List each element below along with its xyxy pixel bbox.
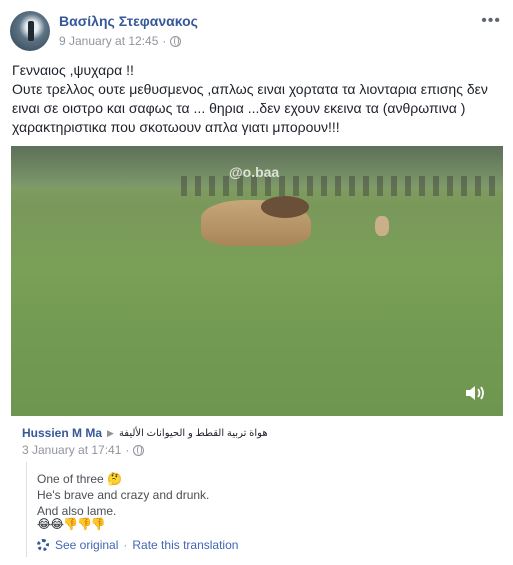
gear-icon[interactable] bbox=[37, 539, 49, 551]
translation-box: One of three 🤔 He's brave and crazy and … bbox=[26, 462, 496, 557]
post-text-line: Ουτε τρελλος ουτε μεθυσμενος ,απλως εινα… bbox=[12, 81, 488, 135]
more-options-icon[interactable]: ••• bbox=[481, 12, 501, 30]
link-separator: · bbox=[123, 538, 128, 552]
see-original-link[interactable]: See original bbox=[55, 538, 118, 552]
translation-line: One of three 🤔 bbox=[37, 472, 122, 486]
translation-links: See original · Rate this translation bbox=[37, 538, 238, 552]
shared-to-arrow-icon: ▶ bbox=[107, 427, 114, 438]
translation-line: And also lame. bbox=[37, 504, 117, 518]
comment-timestamp[interactable]: 3 January at 17:41 bbox=[22, 443, 121, 457]
comment-meta: 3 January at 17:41 · bbox=[22, 443, 145, 457]
rate-translation-link[interactable]: Rate this translation bbox=[132, 538, 238, 552]
post-timestamp[interactable]: 9 January at 12:45 bbox=[59, 34, 158, 48]
globe-icon[interactable] bbox=[170, 35, 182, 47]
video-lion bbox=[261, 196, 309, 218]
facebook-post: Βασίλης Στεφανακος 9 January at 12:45 · … bbox=[0, 0, 513, 565]
post-text: Γενναιος ,ψυχαρα !! Ουτε τρελλος ουτε με… bbox=[12, 61, 502, 137]
avatar[interactable] bbox=[10, 11, 50, 51]
comment-author-name[interactable]: Hussien M Ma bbox=[22, 426, 102, 440]
comment-header: Hussien M Ma ▶ هواة تربية القطط و الحيوا… bbox=[22, 426, 268, 440]
post-author-name[interactable]: Βασίλης Στεφανακος bbox=[59, 13, 198, 29]
sound-icon[interactable] bbox=[465, 384, 487, 402]
video-watermark: @o.baa bbox=[229, 164, 280, 180]
translation-line: He's brave and crazy and drunk. bbox=[37, 488, 210, 502]
video-player[interactable]: @o.baa bbox=[11, 146, 503, 416]
comment-meta-separator: · bbox=[125, 443, 130, 457]
post-header: Βασίλης Στεφανακος 9 January at 12:45 · … bbox=[10, 10, 503, 51]
post-text-line: Γενναιος ,ψυχαρα !! bbox=[12, 62, 134, 78]
globe-icon[interactable] bbox=[133, 444, 145, 456]
post-meta: 9 January at 12:45 · bbox=[59, 34, 182, 48]
video-small-animal bbox=[375, 216, 389, 236]
translation-emojis: 😂😂👎👎👎 bbox=[37, 517, 106, 531]
meta-separator: · bbox=[162, 34, 167, 48]
comment-group-name[interactable]: هواة تربية القطط و الحيوانات الأليفة bbox=[119, 428, 268, 439]
